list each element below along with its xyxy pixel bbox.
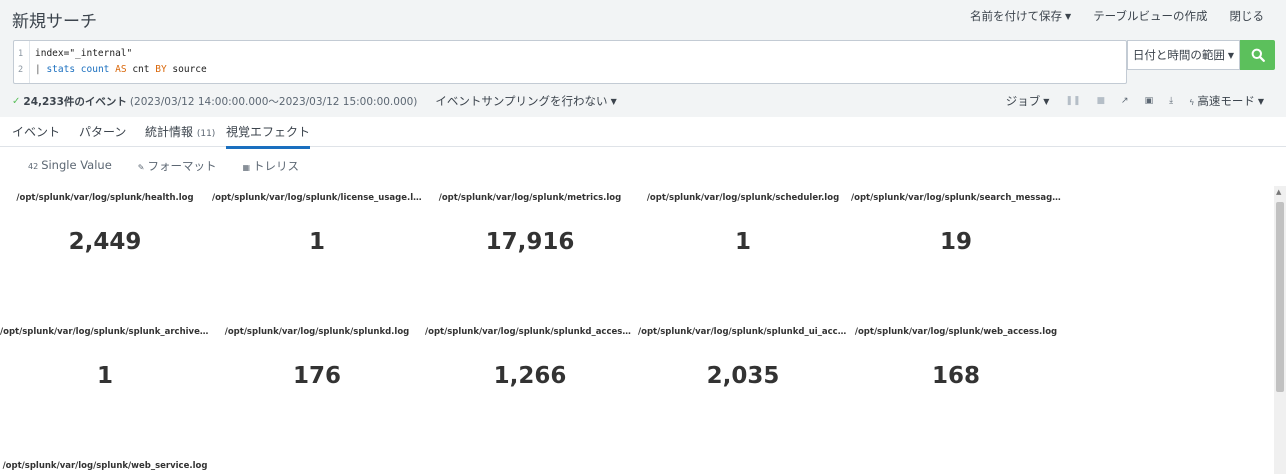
trellis-label: トレリス [253, 159, 300, 173]
trellis-cell: /opt/splunk/var/log/splunk/splunk_archiv… [0, 327, 210, 389]
trellis-cell: /opt/splunk/var/log/splunk/metrics.log 17… [425, 193, 635, 255]
trellis-cell-label: /opt/splunk/var/log/splunk/metrics.log [438, 193, 622, 203]
trellis-cell: /opt/splunk/var/log/splunk/web_access.lo… [851, 327, 1061, 389]
top-actions: 名前を付けて保存 ▼ テーブルビューの作成 閉じる [970, 8, 1264, 24]
tab-statistics-count: (11) [196, 129, 216, 139]
trellis-cell-label: /opt/splunk/var/log/splunk/scheduler.log [646, 193, 840, 203]
format-label: フォーマット [147, 159, 217, 173]
viz-type-picker[interactable]: 42 Single Value [28, 158, 112, 174]
trellis-cell: /opt/splunk/var/log/splunk/health.log 2,4… [0, 193, 210, 255]
single-value: 17,916 [485, 229, 575, 255]
trellis-cell: /opt/splunk/var/log/splunk/license_usage… [212, 193, 422, 255]
query-field: source [172, 64, 207, 75]
search-mode-label: 高速モード [1197, 94, 1255, 108]
trellis-cell: /opt/splunk/var/log/splunk/splunkd_ui_ac… [638, 327, 848, 389]
single-value: 2,035 [706, 363, 780, 389]
viz-toolbar: 42 Single Value ✎ フォーマット ▦ トレリス [28, 158, 299, 174]
trellis-cell-label: /opt/splunk/var/log/splunk/splunkd.log [224, 327, 410, 337]
time-range-picker[interactable]: 日付と時間の範囲 ▼ [1127, 40, 1240, 70]
search-editor[interactable]: 1 2 index="_internal" | stats count AS c… [13, 40, 1127, 84]
tab-statistics[interactable]: 統計情報 (11) [145, 123, 215, 140]
chevron-down-icon: ▼ [1257, 97, 1264, 106]
lightning-icon: ϟ [1189, 98, 1195, 107]
trellis-cell: /opt/splunk/var/log/splunk/web_service.l… [0, 461, 210, 471]
trellis-cell-label: /opt/splunk/var/log/splunk/web_service.l… [2, 461, 208, 471]
export-icon[interactable]: ⤓ [1169, 96, 1173, 106]
query-keyword: AS [115, 64, 127, 75]
search-button[interactable] [1240, 40, 1275, 70]
line-gutter [14, 41, 30, 83]
search-mode-menu[interactable]: ϟ 高速モード ▼ [1189, 93, 1264, 109]
single-value: 168 [931, 363, 980, 389]
chevron-down-icon: ▼ [610, 97, 617, 106]
print-icon[interactable]: ▣ [1145, 96, 1154, 106]
pencil-icon: ✎ [137, 163, 145, 172]
trellis-cell: /opt/splunk/var/log/splunk/search_messag… [851, 193, 1061, 255]
trellis-cell: /opt/splunk/var/log/splunk/splunkd_acces… [425, 327, 635, 389]
event-count: 24,233件のイベント [23, 95, 127, 108]
trellis-cell-label: /opt/splunk/var/log/splunk/web_access.lo… [854, 327, 1058, 337]
save-as-label: 名前を付けて保存 [970, 9, 1063, 23]
time-range-label: 日付と時間の範囲 [1132, 48, 1225, 62]
line-number: 2 [18, 65, 24, 75]
query-function: count [80, 64, 110, 75]
query-keyword: BY [155, 64, 167, 75]
save-as-menu[interactable]: 名前を付けて保存 ▼ [970, 8, 1071, 24]
single-value: 176 [292, 363, 341, 389]
single-value: 1 [308, 229, 325, 255]
scroll-up-icon[interactable]: ▲ [1276, 188, 1281, 196]
line-number: 1 [18, 49, 24, 59]
close-button[interactable]: 閉じる [1230, 8, 1265, 24]
trellis-cell-label: /opt/splunk/var/log/splunk/license_usage… [212, 193, 422, 203]
scrollbar[interactable]: ▲ [1274, 186, 1286, 474]
job-label: ジョブ [1005, 94, 1041, 108]
single-value: 2,449 [68, 229, 142, 255]
query-pipe: | [35, 64, 47, 75]
single-value-icon: 42 [28, 162, 39, 171]
create-table-view-button[interactable]: テーブルビューの作成 [1093, 8, 1207, 24]
trellis-button[interactable]: ▦ トレリス [242, 158, 299, 174]
job-controls: ジョブ ▼ ❚❚ ■ ↗ ▣ ⤓ ϟ 高速モード ▼ [1006, 93, 1264, 109]
chevron-down-icon: ▼ [1227, 50, 1235, 60]
stop-icon[interactable]: ■ [1097, 96, 1106, 106]
event-sampling-menu[interactable]: イベントサンプリングを行わない ▼ [435, 93, 616, 109]
pause-icon[interactable]: ❚❚ [1065, 96, 1080, 106]
single-value: 19 [939, 229, 972, 255]
job-status: ✓ 24,233件のイベント (2023/03/12 14:00:00.000～… [12, 93, 617, 109]
tab-patterns[interactable]: パターン [79, 123, 126, 140]
query-command: stats [46, 64, 76, 75]
grid-icon: ▦ [242, 163, 251, 172]
chevron-down-icon: ▼ [1043, 97, 1050, 106]
time-range-text: (2023/03/12 14:00:00.000～2023/03/12 15:0… [129, 95, 418, 108]
query-field: cnt [132, 64, 150, 75]
scroll-thumb[interactable] [1276, 202, 1284, 392]
search-icon [1251, 48, 1265, 62]
chevron-down-icon: ▼ [1065, 12, 1072, 21]
job-menu[interactable]: ジョブ ▼ [1006, 93, 1050, 109]
results-tabs: イベント パターン 統計情報 (11) 視覚エフェクト [0, 117, 1286, 149]
tab-statistics-label: 統計情報 [145, 125, 194, 139]
format-button[interactable]: ✎ フォーマット [138, 158, 217, 174]
trellis-cell: /opt/splunk/var/log/splunk/scheduler.log… [638, 193, 848, 255]
single-value: 1,266 [493, 363, 567, 389]
tab-visualization[interactable]: 視覚エフェクト [226, 123, 311, 149]
check-icon: ✓ [12, 95, 21, 107]
event-sampling-label: イベントサンプリングを行わない [435, 94, 608, 108]
top-bar: 新規サーチ 名前を付けて保存 ▼ テーブルビューの作成 閉じる 1 2 index… [0, 0, 1286, 117]
viz-type-label: Single Value [41, 158, 112, 172]
single-value: 1 [734, 229, 751, 255]
single-value: 1 [96, 363, 113, 389]
query-line-1: index="_internal" [35, 48, 133, 59]
tab-events[interactable]: イベント [12, 123, 60, 140]
trellis-cell-label: /opt/splunk/var/log/splunk/splunkd_acces… [425, 327, 635, 337]
share-icon[interactable]: ↗ [1121, 96, 1129, 106]
query-line-2: | stats count AS cnt BY source [35, 64, 207, 75]
trellis-cell-label: /opt/splunk/var/log/splunk/splunk_archiv… [0, 327, 210, 337]
trellis-cell-label: /opt/splunk/var/log/splunk/health.log [16, 193, 194, 203]
page-title: 新規サーチ [12, 12, 97, 32]
trellis-cell-label: /opt/splunk/var/log/splunk/splunkd_ui_ac… [638, 327, 848, 337]
trellis-cell: /opt/splunk/var/log/splunk/splunkd.log 17… [212, 327, 422, 389]
trellis-cell-label: /opt/splunk/var/log/splunk/search_messag… [851, 193, 1061, 203]
